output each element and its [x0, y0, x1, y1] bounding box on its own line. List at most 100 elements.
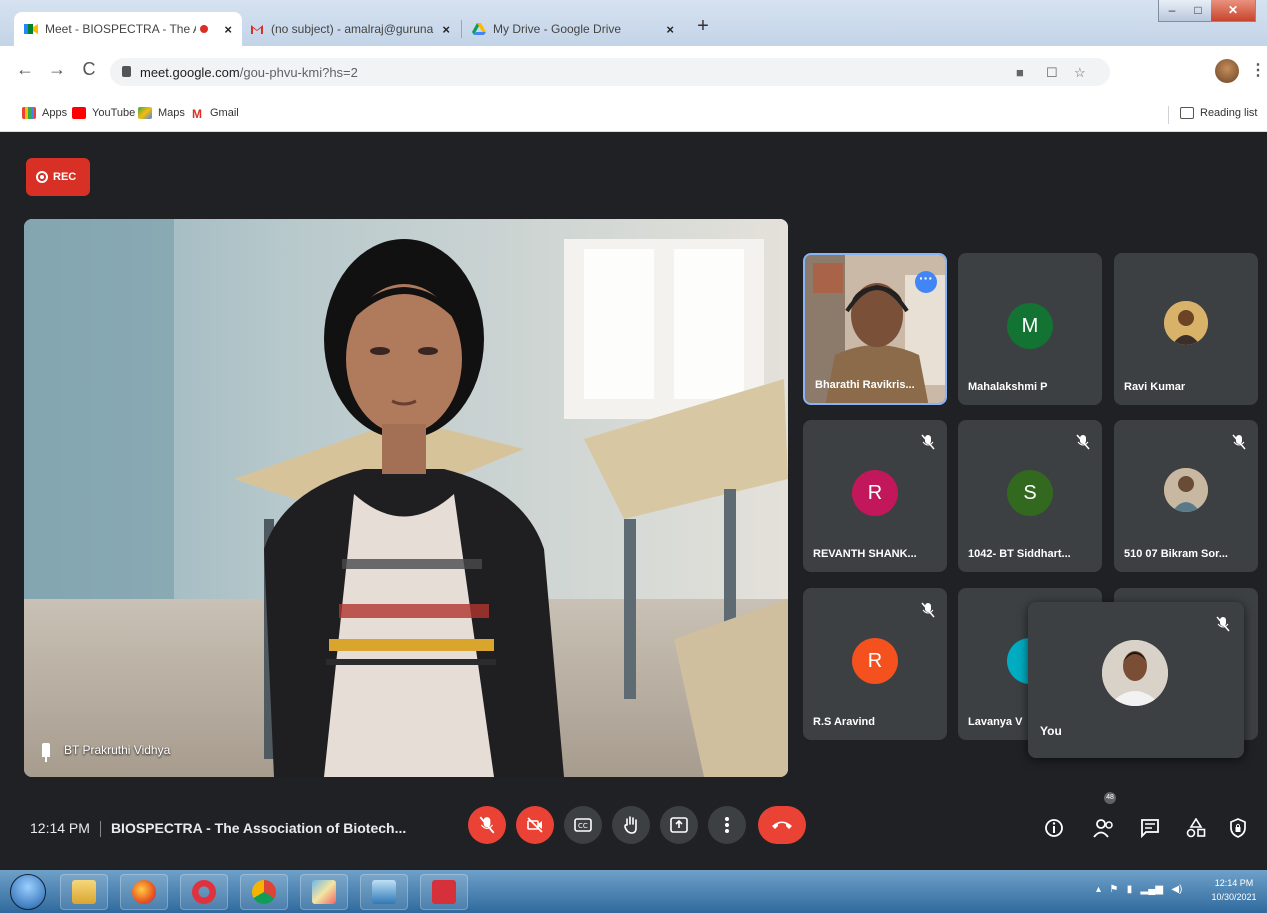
drive-favicon-icon	[472, 22, 486, 36]
people-button[interactable]	[1092, 816, 1116, 840]
tab-title: My Drive - Google Drive	[493, 22, 622, 36]
participant-tile[interactable]: ··· Bharathi Ravikris...	[803, 253, 947, 405]
participant-tile[interactable]: S 1042- BT Siddhart...	[958, 420, 1102, 572]
profile-avatar[interactable]	[1215, 59, 1239, 83]
participant-tile[interactable]: R R.S Aravind	[803, 588, 947, 740]
taskbar-clock[interactable]: 12:14 PM 10/30/2021	[1206, 876, 1262, 904]
raise-hand-button[interactable]	[612, 806, 650, 844]
taskbar-remote-desktop[interactable]	[360, 874, 408, 910]
reading-list[interactable]: Reading list	[1180, 107, 1257, 119]
bookmark-maps[interactable]: Maps	[138, 107, 185, 119]
taskbar-firefox[interactable]	[120, 874, 168, 910]
windows-taskbar: ▴ ⚑ ▮ ▂▄▆ ◀) 12:14 PM 10/30/2021	[0, 870, 1267, 913]
tab-meet[interactable]: Meet - BIOSPECTRA - The A ×	[14, 12, 242, 46]
start-button-icon[interactable]	[10, 874, 46, 910]
power-icon[interactable]: ▮	[1127, 884, 1133, 895]
meeting-details-button[interactable]	[1042, 816, 1066, 840]
new-tab-button[interactable]: +	[692, 16, 714, 38]
mic-off-icon	[921, 434, 935, 450]
browser-tab-strip: Meet - BIOSPECTRA - The A × (no subject)…	[0, 0, 1267, 46]
bookmark-gmail[interactable]: M Gmail	[192, 107, 239, 121]
network-icon[interactable]: ▂▄▆	[1141, 884, 1163, 895]
main-speaker-video[interactable]: BT Prakruthi Vidhya	[24, 219, 788, 777]
camera-in-use-icon[interactable]: ■	[1016, 65, 1024, 80]
tab-drive[interactable]: My Drive - Google Drive ×	[462, 12, 684, 46]
participant-tile[interactable]: R REVANTH SHANK...	[803, 420, 947, 572]
maps-icon	[138, 107, 152, 119]
open-in-app-icon[interactable]: ☐	[1046, 65, 1058, 81]
bookmark-star-icon[interactable]: ☆	[1074, 65, 1086, 81]
close-tab-icon[interactable]: ×	[224, 22, 232, 37]
taskbar-chrome[interactable]	[240, 874, 288, 910]
apps-grid-icon	[22, 107, 36, 119]
captions-icon: CC	[574, 818, 592, 832]
svg-text:CC: CC	[578, 822, 588, 830]
participant-avatar-photo	[1164, 468, 1208, 512]
wps-icon	[432, 880, 456, 904]
address-bar[interactable]: meet.google.com/gou-phvu-kmi?hs=2 ■ ☐ ☆	[110, 58, 1110, 86]
captions-button[interactable]: CC	[564, 806, 602, 844]
action-center-flag-icon[interactable]: ⚑	[1109, 884, 1118, 895]
leave-call-button[interactable]	[758, 806, 806, 844]
bookmark-label: Maps	[158, 107, 185, 119]
camera-off-icon	[527, 817, 543, 833]
close-window-icon[interactable]: ✕	[1211, 0, 1255, 21]
more-options-icon[interactable]: ···	[915, 271, 937, 293]
recording-badge: REC	[26, 158, 90, 196]
camera-toggle-button[interactable]	[516, 806, 554, 844]
meet-call-area: REC BT Prakruthi Vidhya ··· Bharathi Rav…	[8, 132, 1259, 870]
window-controls: – □ ✕	[1158, 0, 1256, 22]
chat-button[interactable]	[1138, 816, 1162, 840]
raise-hand-icon	[624, 816, 637, 834]
meeting-time: 12:14 PM	[30, 820, 90, 836]
show-hidden-icons-icon[interactable]: ▴	[1096, 884, 1101, 895]
reading-list-icon	[1180, 107, 1194, 119]
participant-name: Bharathi Ravikris...	[815, 379, 915, 391]
more-options-button[interactable]	[708, 806, 746, 844]
self-avatar-photo	[1102, 640, 1168, 706]
browser-toolbar: ← → C meet.google.com/gou-phvu-kmi?hs=2 …	[0, 46, 1267, 98]
participant-avatar: M	[1007, 303, 1053, 349]
volume-icon[interactable]: ◀)	[1171, 884, 1182, 895]
participant-tile[interactable]: Ravi Kumar	[1114, 253, 1258, 405]
gmail-icon: M	[192, 107, 202, 121]
present-icon	[670, 817, 688, 833]
participant-tile[interactable]: M Mahalakshmi P	[958, 253, 1102, 405]
close-tab-icon[interactable]: ×	[442, 22, 450, 37]
forward-arrow-icon[interactable]: →	[46, 59, 68, 80]
more-vert-icon	[725, 817, 729, 833]
participant-avatar-photo	[1164, 301, 1208, 345]
tab-gmail[interactable]: (no subject) - amalraj@gurunan ×	[240, 12, 460, 46]
bookmark-apps[interactable]: Apps	[22, 107, 67, 119]
present-screen-button[interactable]	[660, 806, 698, 844]
participant-name: R.S Aravind	[813, 716, 875, 728]
bookmark-youtube[interactable]: YouTube	[72, 107, 135, 119]
taskbar-paint[interactable]	[300, 874, 348, 910]
taskbar-wps[interactable]	[420, 874, 468, 910]
browser-menu-icon[interactable]: ⋮	[1250, 60, 1266, 80]
microphone-toggle-button[interactable]	[468, 806, 506, 844]
reload-icon[interactable]: C	[78, 59, 100, 80]
participant-name: Ravi Kumar	[1124, 381, 1186, 393]
taskbar-explorer[interactable]	[60, 874, 108, 910]
participant-name: Mahalakshmi P	[968, 381, 1048, 393]
host-controls-button[interactable]	[1226, 816, 1250, 840]
activities-button[interactable]	[1184, 816, 1208, 840]
taskbar-date: 10/30/2021	[1211, 892, 1257, 902]
participant-tile[interactable]: 510 07 Bikram Sor...	[1114, 420, 1258, 572]
minimize-icon[interactable]: –	[1159, 0, 1185, 21]
self-view-tile[interactable]: You	[1028, 602, 1244, 758]
system-tray: ▴ ⚑ ▮ ▂▄▆ ◀)	[1096, 884, 1182, 895]
folder-icon	[72, 880, 96, 904]
firefox-icon	[132, 880, 156, 904]
meeting-info: 12:14 PM BIOSPECTRA - The Association of …	[30, 820, 406, 838]
maximize-icon[interactable]: □	[1185, 0, 1211, 21]
participant-name: Lavanya V	[968, 716, 1023, 728]
paint-icon	[312, 880, 336, 904]
main-speaker-name: BT Prakruthi Vidhya	[64, 743, 171, 757]
close-tab-icon[interactable]: ×	[666, 22, 674, 37]
taskbar-opera[interactable]	[180, 874, 228, 910]
url-path: /gou-phvu-kmi?hs=2	[239, 65, 358, 80]
back-arrow-icon[interactable]: ←	[14, 59, 36, 80]
pin-icon[interactable]	[42, 743, 50, 762]
